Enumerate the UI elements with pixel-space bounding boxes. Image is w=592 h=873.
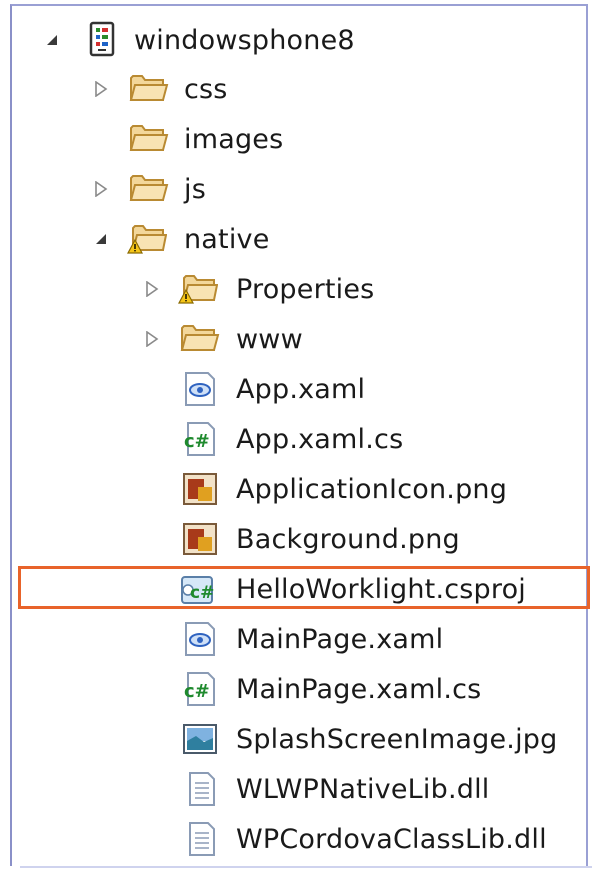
tree-item-splashscreenimage-jpg[interactable]: SplashScreenImage.jpg [0,714,592,764]
svg-text:c#: c# [184,681,210,702]
png-image-icon [182,471,218,507]
tree-item-mainpage-xaml[interactable]: MainPage.xaml [0,614,592,664]
collapsed-arrow-icon[interactable] [93,181,109,197]
svg-text:c#: c# [184,431,210,452]
tree-item-label: App.xaml [236,373,366,405]
tree-item-windowsphone8[interactable]: windowsphone8 [0,15,592,65]
tree-item-label: MainPage.xaml.cs [236,673,482,705]
tree-item-js[interactable]: js [0,164,592,214]
xaml-file-icon [182,371,218,407]
selection-highlight-box [18,566,590,609]
tree-item-applicationicon-png[interactable]: ApplicationIcon.png [0,464,592,514]
png-image-icon [182,521,218,557]
tree-item-app-xaml-cs[interactable]: c# App.xaml.cs [0,414,592,464]
folder-warning-icon [177,270,219,306]
project-icon [84,21,120,57]
folder-icon [129,122,169,158]
xaml-file-icon [182,621,218,657]
tree-item-mainpage-xaml-cs[interactable]: c# MainPage.xaml.cs [0,664,592,714]
csharp-file-icon: c# [182,421,218,457]
collapsed-arrow-icon[interactable] [144,331,160,347]
expanded-arrow-icon[interactable] [93,231,109,247]
tree-item-properties[interactable]: Properties [0,264,592,314]
tree-item-label: App.xaml.cs [236,423,404,455]
csharp-file-icon: c# [182,671,218,707]
tree-item-label: WPCordovaClassLib.dll [236,823,547,855]
dll-file-icon [184,771,220,807]
tree-item-label: native [184,223,270,255]
folder-icon [129,172,169,208]
dll-file-icon [184,821,220,857]
tree-item-label: WLWPNativeLib.dll [236,773,490,805]
tree-item-label: css [184,73,228,105]
folder-icon [129,72,169,108]
tree-item-label: images [184,123,284,155]
tree-item-label: js [184,173,206,205]
tree-item-label: www [236,323,303,355]
tree-item-label: Properties [236,273,375,305]
tree-item-native[interactable]: native [0,214,592,264]
tree-item-www[interactable]: www [0,314,592,364]
tree-item-app-xaml[interactable]: App.xaml [0,364,592,414]
tree-item-css[interactable]: css [0,64,592,114]
folder-icon [180,322,220,358]
tree-item-label: MainPage.xaml [236,623,444,655]
tree-item-wpcordovaclasslib-dll[interactable]: WPCordovaClassLib.dll [0,814,592,864]
expanded-arrow-icon[interactable] [44,32,60,48]
tree-item-label: ApplicationIcon.png [236,473,508,505]
tree-item-label: SplashScreenImage.jpg [236,723,558,755]
jpg-image-icon [182,721,218,757]
collapsed-arrow-icon[interactable] [93,81,109,97]
tree-item-label: windowsphone8 [134,24,355,56]
tree-item-background-png[interactable]: Background.png [0,514,592,564]
tree-item-wlwpnativelib-dll[interactable]: WLWPNativeLib.dll [0,764,592,814]
frame-bottom-edge [20,866,592,868]
tree-item-images[interactable]: images [0,114,592,164]
folder-warning-icon [126,220,168,256]
tree-item-label: Background.png [236,523,460,555]
collapsed-arrow-icon[interactable] [144,281,160,297]
